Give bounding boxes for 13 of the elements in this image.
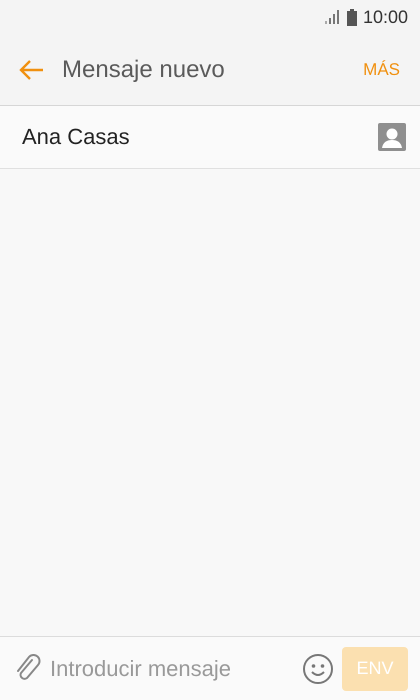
status-time: 10:00	[362, 6, 408, 28]
smiley-icon	[302, 652, 334, 684]
back-arrow-icon	[18, 58, 44, 80]
emoji-button[interactable]	[302, 652, 334, 684]
back-button[interactable]	[18, 58, 44, 80]
message-field[interactable]: Introducir mensaje	[50, 656, 294, 682]
recipient-field[interactable]: Ana Casas	[22, 124, 378, 150]
signal-icon	[324, 10, 341, 24]
contact-icon	[378, 123, 406, 151]
more-button[interactable]: MÁS	[359, 56, 404, 84]
contact-button[interactable]	[378, 123, 406, 151]
screen-title: Mensaje nuevo	[62, 56, 226, 84]
battery-icon	[346, 8, 357, 26]
